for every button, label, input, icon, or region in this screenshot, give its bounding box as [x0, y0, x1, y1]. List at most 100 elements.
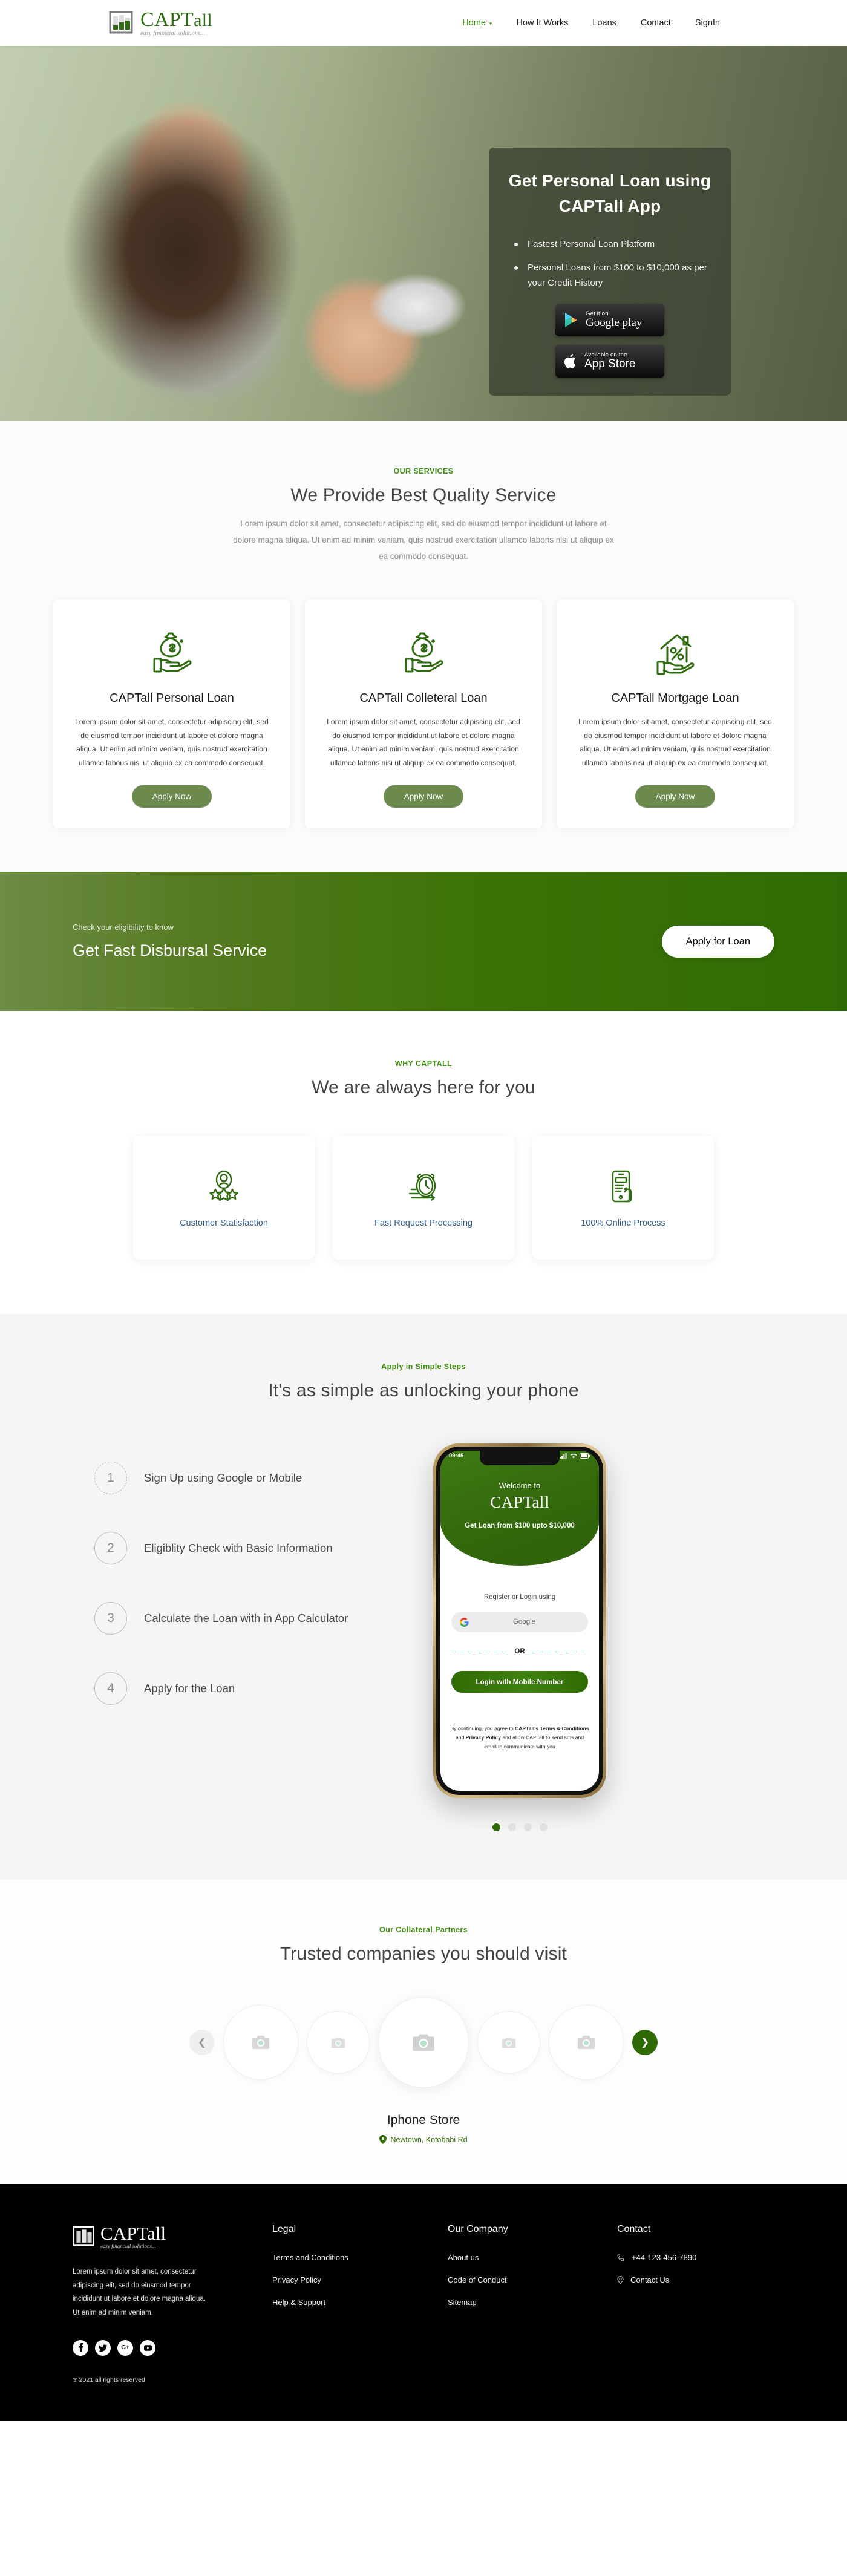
nav-item-contact[interactable]: Contact	[641, 18, 671, 28]
or-label: OR	[514, 1648, 525, 1656]
footer-chart-logo-icon	[73, 2226, 96, 2247]
mobile-login-button[interactable]: Login with Mobile Number	[451, 1671, 588, 1693]
service-card-title: CAPTall Personal Loan	[110, 691, 234, 705]
phone-mockup-column: 09:45 Welcome to CAPTall Get Loan from $…	[433, 1443, 606, 1832]
apply-now-button[interactable]: Apply Now	[635, 785, 716, 808]
twitter-icon[interactable]	[95, 2339, 111, 2356]
steps-section: Apply in Simple Steps It's as simple as …	[0, 1314, 847, 1880]
active-partner-location: Newtown, Kotobabi Rd	[0, 2135, 847, 2145]
footer-logo-light: all	[147, 2223, 166, 2244]
apply-now-button[interactable]: Apply Now	[383, 785, 464, 808]
fast-clock-icon	[405, 1168, 442, 1205]
step-number-badge: 1	[94, 1462, 127, 1495]
app-store-buttons: Get it on Google play Available on the A…	[507, 304, 713, 378]
cta-banner-eyebrow: Check your eligibility to know	[73, 923, 174, 932]
nav-item-how-it-works[interactable]: How It Works	[516, 18, 568, 28]
why-card[interactable]: Fast Request Processing	[333, 1136, 514, 1260]
apply-now-button[interactable]: Apply Now	[131, 785, 212, 808]
google-play-button[interactable]: Get it on Google play	[555, 304, 664, 337]
google-plus-icon[interactable]: G+	[117, 2339, 133, 2356]
services-title: We Provide Best Quality Service	[290, 485, 557, 505]
active-partner-name: Iphone Store	[387, 2113, 460, 2128]
step-label: Eligiblity Check with Basic Information	[144, 1541, 333, 1555]
footer-link-sitemap[interactable]: Sitemap	[448, 2298, 617, 2307]
apply-for-loan-button[interactable]: Apply for Loan	[661, 925, 774, 958]
step-item: 4 Apply for the Loan	[94, 1672, 411, 1705]
partner-logo-slide-active[interactable]	[378, 1997, 469, 2088]
partner-logo-slide[interactable]	[549, 2005, 624, 2081]
steps-title: It's as simple as unlocking your phone	[268, 1381, 579, 1401]
carousel-prev-button[interactable]: ❮	[189, 2030, 215, 2056]
footer-contact-us-label: Contact Us	[630, 2275, 670, 2285]
partner-logo-slide[interactable]	[307, 2011, 370, 2074]
partner-logo-slide[interactable]	[223, 2005, 298, 2081]
google-g-icon	[460, 1617, 469, 1627]
footer-contact-heading: Contact	[617, 2224, 651, 2235]
chart-logo-icon	[109, 11, 134, 35]
service-card-body: Lorem ipsum dolor sit amet, consectetur …	[327, 718, 520, 767]
partner-logo-slide[interactable]	[477, 2011, 540, 2074]
footer-link-help[interactable]: Help & Support	[272, 2298, 448, 2307]
logo-name-bold: CAPT	[140, 8, 194, 31]
why-cards: Customer Statisfaction Fast Request Proc…	[0, 1136, 847, 1260]
service-card-title: CAPTall Mortgage Loan	[611, 691, 739, 705]
camera-placeholder-icon	[502, 2036, 516, 2049]
location-pin-icon	[617, 2276, 624, 2284]
top-navigation-bar: CAPTall easy financial solutions... Home…	[0, 0, 847, 46]
privacy-policy-link[interactable]: Privacy Policy	[466, 1734, 501, 1741]
phone-mockup: 09:45 Welcome to CAPTall Get Loan from $…	[433, 1443, 606, 1799]
footer-link-code-of-conduct[interactable]: Code of Conduct	[448, 2275, 617, 2284]
footer-social-links: G+	[73, 2339, 272, 2356]
cta-banner-title: Get Fast Disbursal Service	[73, 941, 267, 960]
partner-location-label: Newtown, Kotobabi Rd	[390, 2135, 468, 2144]
logo-name-light: all	[194, 10, 212, 30]
youtube-icon[interactable]	[140, 2339, 155, 2356]
footer-link-about[interactable]: About us	[448, 2253, 617, 2262]
cta-banner: Check your eligibility to know Get Fast …	[0, 872, 847, 1012]
footer-phone-number: +44-123-456-7890	[632, 2253, 697, 2263]
landing-page: CAPTall easy financial solutions... Home…	[0, 0, 847, 2421]
hero-title: Get Personal Loan using CAPTall App	[507, 168, 713, 219]
carousel-dot[interactable]	[508, 1823, 516, 1832]
camera-placeholder-icon	[331, 2036, 345, 2049]
footer-phone-row[interactable]: +44-123-456-7890	[617, 2253, 696, 2262]
google-login-button[interactable]: Google	[451, 1612, 588, 1633]
nav-item-signin[interactable]: SignIn	[695, 18, 720, 28]
carousel-next-button[interactable]: ❯	[632, 2030, 658, 2056]
carousel-dot[interactable]	[539, 1823, 548, 1832]
phone-status-bar: 09:45	[440, 1453, 599, 1459]
service-card: CAPTall Mortgage Loan Lorem ipsum dolor …	[557, 600, 794, 829]
footer-copyright: ® 2021 all rights reserved	[73, 2376, 145, 2384]
site-footer: CAPTall easy financial solutions... Lore…	[0, 2184, 847, 2421]
footer-contact-us-row[interactable]: Contact Us	[617, 2275, 696, 2284]
or-divider: OR	[451, 1648, 588, 1655]
terms-conditions-link[interactable]: CAPTall's Terms & Conditions	[515, 1725, 589, 1731]
step-item: 1 Sign Up using Google or Mobile	[94, 1462, 411, 1495]
facebook-icon[interactable]	[73, 2339, 88, 2356]
money-bag-in-hand-icon	[74, 624, 270, 679]
footer-link-privacy[interactable]: Privacy Policy	[272, 2275, 448, 2284]
money-bag-in-hand-icon	[325, 624, 522, 679]
camera-placeholder-icon	[252, 2035, 270, 2050]
app-store-big: App Store	[584, 358, 636, 371]
app-header: 09:45 Welcome to CAPTall Get Loan from $…	[440, 1451, 599, 1566]
carousel-dot[interactable]	[523, 1823, 532, 1832]
google-play-icon	[564, 312, 580, 329]
location-pin-icon	[379, 2135, 387, 2145]
chevron-right-icon: ❯	[640, 2036, 650, 2048]
camera-placeholder-icon	[577, 2035, 595, 2050]
mobile-hand-icon	[604, 1168, 642, 1205]
step-label: Apply for the Loan	[144, 1682, 235, 1695]
app-store-button[interactable]: Available on the App Store	[555, 345, 664, 378]
nav-item-home[interactable]: Home ▾	[462, 18, 492, 28]
app-terms-text: By continuing, you agree to CAPTall's Te…	[450, 1724, 589, 1751]
carousel-dot[interactable]	[492, 1823, 500, 1832]
site-logo[interactable]: CAPTall easy financial solutions...	[109, 8, 212, 37]
why-card[interactable]: 100% Online Process	[532, 1136, 714, 1260]
service-cards: CAPTall Personal Loan Lorem ipsum dolor …	[0, 600, 847, 829]
why-card[interactable]: Customer Statisfaction	[133, 1136, 315, 1260]
nav-item-loans[interactable]: Loans	[592, 18, 616, 28]
steps-list: 1 Sign Up using Google or Mobile 2 Eligi…	[73, 1443, 411, 1742]
hero-bullet-item: Fastest Personal Loan Platform	[512, 237, 713, 252]
footer-link-terms[interactable]: Terms and Conditions	[272, 2253, 448, 2262]
